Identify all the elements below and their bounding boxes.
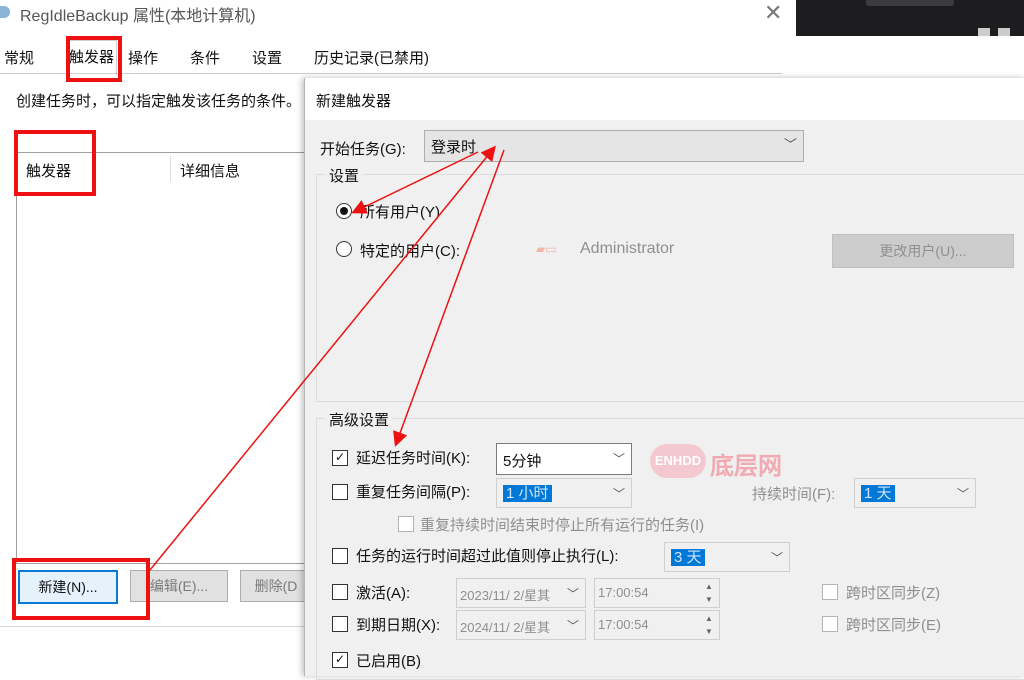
annotation-arrows: [149, 145, 505, 571]
annotation-arrow: [149, 145, 496, 571]
annotation-arrow: [393, 149, 505, 447]
annotation-arrow: [351, 151, 479, 214]
